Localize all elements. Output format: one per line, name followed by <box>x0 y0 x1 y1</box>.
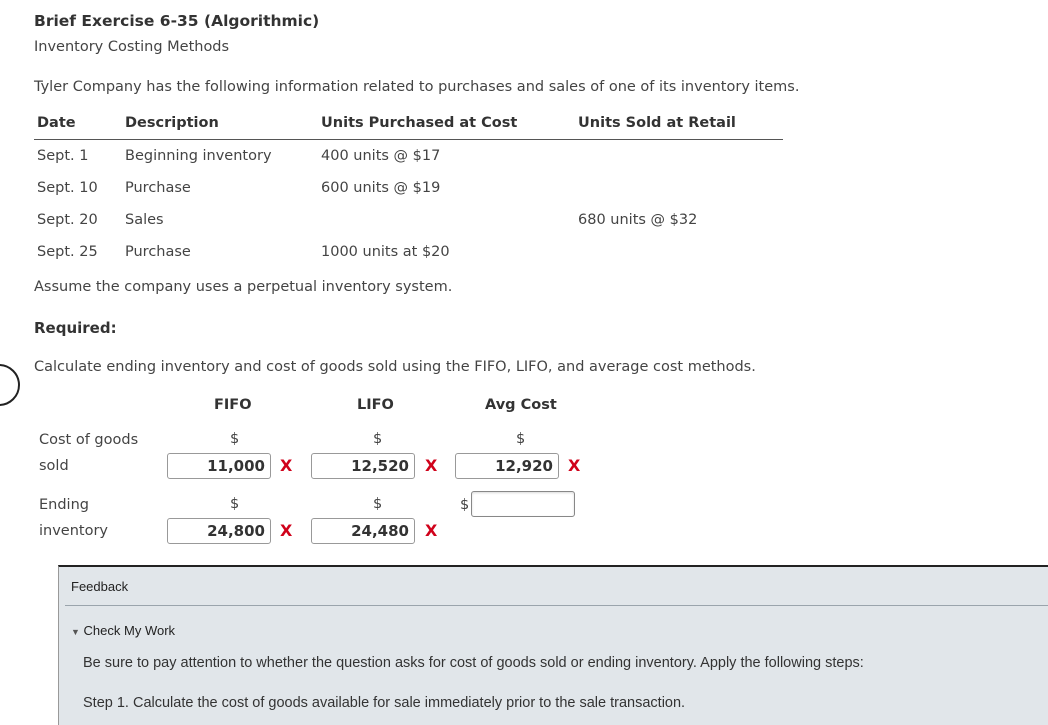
feedback-divider <box>65 605 1048 606</box>
incorrect-mark-icon: X <box>425 521 438 540</box>
column-lifo: LIFO <box>357 397 394 413</box>
exercise-subtitle: Inventory Costing Methods <box>34 39 230 55</box>
row-purchased: 400 units @ $17 <box>321 148 441 164</box>
column-avg-cost: Avg Cost <box>485 397 557 413</box>
row-description: Beginning inventory <box>125 148 272 164</box>
row-description: Purchase <box>125 244 191 260</box>
row-date: Sept. 20 <box>37 212 98 228</box>
feedback-title: Feedback <box>71 579 129 594</box>
check-my-work-label: Check My Work <box>83 623 176 638</box>
currency-symbol: $ <box>230 431 240 447</box>
header-units-purchased: Units Purchased at Cost <box>321 115 518 131</box>
row-label-ending-inventory: Ending inventory <box>39 497 109 539</box>
currency-symbol: $ <box>373 431 383 447</box>
side-panel-toggle[interactable] <box>0 364 20 406</box>
avg-cogs-input[interactable]: 12,920 <box>455 453 559 479</box>
incorrect-mark-icon: X <box>280 456 293 475</box>
header-units-sold: Units Sold at Retail <box>578 115 736 131</box>
fifo-ending-inventory-input[interactable]: 24,800 <box>167 518 271 544</box>
lifo-cogs-input[interactable]: 12,520 <box>311 453 415 479</box>
feedback-panel: Feedback ▼ Check My Work Be sure to pay … <box>58 565 1048 725</box>
row-description: Purchase <box>125 180 191 196</box>
currency-symbol: $ <box>460 497 470 513</box>
required-label: Required: <box>34 319 117 337</box>
row-label-cogs: Cost of goods sold <box>39 432 139 474</box>
exercise-title: Brief Exercise 6-35 (Algorithmic) <box>34 12 320 30</box>
currency-symbol: $ <box>516 431 526 447</box>
incorrect-mark-icon: X <box>425 456 438 475</box>
row-date: Sept. 25 <box>37 244 98 260</box>
feedback-text: Be sure to pay attention to whether the … <box>83 655 864 671</box>
check-my-work-toggle[interactable]: ▼ Check My Work <box>71 623 175 638</box>
header-description: Description <box>125 115 219 131</box>
instruction-text: Calculate ending inventory and cost of g… <box>34 359 756 375</box>
fifo-cogs-input[interactable]: 11,000 <box>167 453 271 479</box>
row-purchased: 1000 units at $20 <box>321 244 450 260</box>
incorrect-mark-icon: X <box>568 456 581 475</box>
row-date: Sept. 1 <box>37 148 89 164</box>
row-sold: 680 units @ $32 <box>578 212 698 228</box>
currency-symbol: $ <box>230 496 240 512</box>
currency-symbol: $ <box>373 496 383 512</box>
feedback-step: Step 1. Calculate the cost of goods avai… <box>83 695 686 711</box>
incorrect-mark-icon: X <box>280 521 293 540</box>
avg-ending-inventory-input[interactable] <box>471 491 575 517</box>
column-fifo: FIFO <box>214 397 252 413</box>
row-description: Sales <box>125 212 164 228</box>
row-date: Sept. 10 <box>37 180 98 196</box>
lifo-ending-inventory-input[interactable]: 24,480 <box>311 518 415 544</box>
assumption-text: Assume the company uses a perpetual inve… <box>34 279 453 295</box>
table-header-divider <box>34 139 783 140</box>
row-purchased: 600 units @ $19 <box>321 180 441 196</box>
exercise-intro: Tyler Company has the following informat… <box>34 79 800 95</box>
header-date: Date <box>37 115 76 131</box>
triangle-down-icon: ▼ <box>71 627 80 637</box>
